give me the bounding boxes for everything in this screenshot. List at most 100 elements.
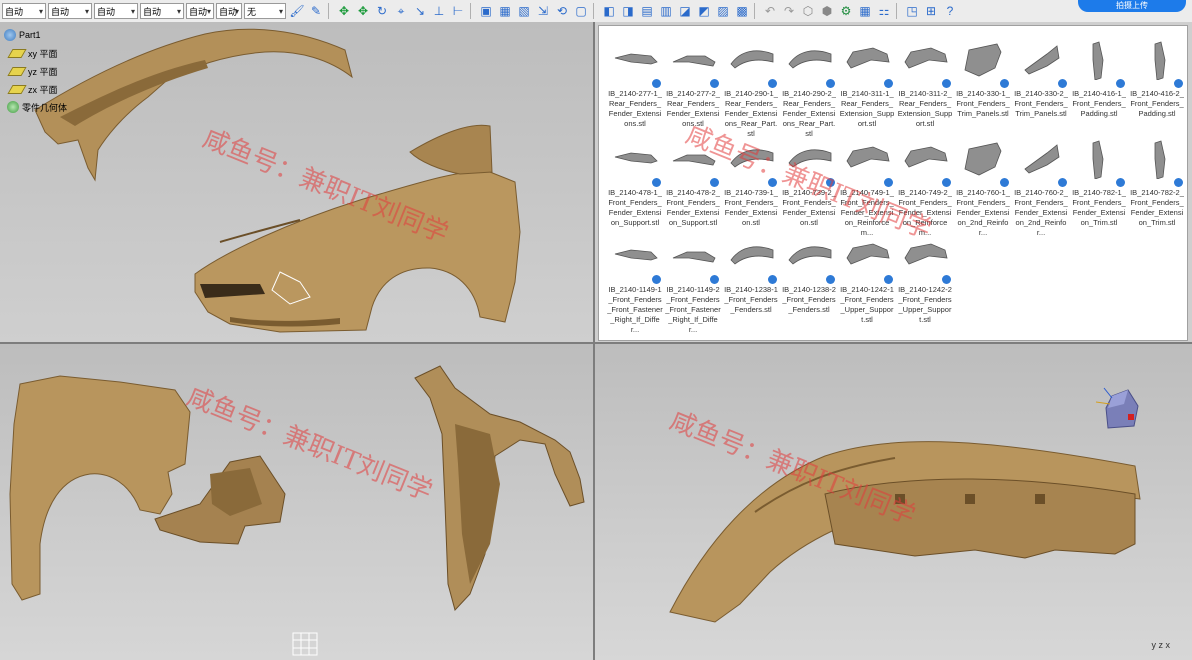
image-tool-icon[interactable]: ▣ xyxy=(478,3,494,19)
redo-icon[interactable]: ↷ xyxy=(781,3,797,19)
file-item[interactable]: IB_2140-277-1_Rear_Fenders_Fender_Extens… xyxy=(607,40,664,134)
box-view-icon[interactable]: ◳ xyxy=(904,3,920,19)
file-item[interactable]: IB_2140-1238-1_Front_Fenders_Fenders.stl xyxy=(723,236,780,330)
render-select-6[interactable]: 自动 xyxy=(216,3,242,20)
file-item[interactable]: IB_2140-290-1_Rear_Fenders_Fender_Extens… xyxy=(723,40,780,138)
file-thumbnail xyxy=(672,55,716,67)
render-select-3[interactable]: 自动 xyxy=(94,3,138,20)
file-item[interactable]: IB_2140-277-2_Rear_Fenders_Fender_Extens… xyxy=(665,40,722,134)
part-icon-c[interactable]: ▤ xyxy=(639,3,655,19)
toolbar-divider xyxy=(896,3,897,19)
settings-icon[interactable]: ⚙ xyxy=(838,3,854,19)
file-item[interactable]: IB_2140-416-2_Front_Fenders_Padding.stl xyxy=(1129,40,1186,134)
upload-button[interactable]: 拍摄上传 xyxy=(1078,0,1186,12)
part-icon-e[interactable]: ◪ xyxy=(677,3,693,19)
navigation-cube[interactable] xyxy=(1094,384,1144,432)
file-item[interactable]: IB_2140-311-2_Rear_Fenders_Extension_Sup… xyxy=(897,40,954,134)
file-thumbnail xyxy=(846,146,890,168)
dimension-icon[interactable]: ⊥ xyxy=(431,3,447,19)
pen-icon[interactable]: ✎ xyxy=(308,3,324,19)
cube-a-icon[interactable]: ⬡ xyxy=(800,3,816,19)
file-thumbnail xyxy=(846,243,890,265)
tree-item-zx[interactable]: zx 平面 xyxy=(4,80,67,98)
render-select-5[interactable]: 自动 xyxy=(186,3,214,20)
snap-icon[interactable]: ↘ xyxy=(412,3,428,19)
file-item[interactable]: IB_2140-1149-2_Front_Fenders_Front_Faste… xyxy=(665,236,722,334)
picture-icon[interactable]: ▧ xyxy=(516,3,532,19)
file-item[interactable]: IB_2140-330-2_Front_Fenders_Trim_Panels.… xyxy=(1013,40,1070,134)
file-item[interactable]: IB_2140-311-1_Rear_Fenders_Extension_Sup… xyxy=(839,40,896,134)
file-item[interactable]: IB_2140-1149-1_Front_Fenders_Front_Faste… xyxy=(607,236,664,334)
help-icon[interactable]: ? xyxy=(942,3,958,19)
render-select-4[interactable]: 自动 xyxy=(140,3,184,20)
measure-icon[interactable]: ⊢ xyxy=(450,3,466,19)
tree-item-xy[interactable]: xy 平面 xyxy=(4,44,67,62)
file-name: IB_2140-290-1_Rear_Fenders_Fender_Extens… xyxy=(724,89,778,138)
move-axis-icon[interactable]: ✥ xyxy=(355,3,371,19)
sync-badge-icon xyxy=(1058,178,1067,187)
sync-badge-icon xyxy=(768,178,777,187)
rotate-icon[interactable]: ↻ xyxy=(374,3,390,19)
render-select-7[interactable]: 无 xyxy=(244,3,286,20)
file-item[interactable]: IB_2140-782-1_Front_Fenders_Fender_Exten… xyxy=(1071,139,1128,233)
file-name: IB_2140-416-2_Front_Fenders_Padding.stl xyxy=(1130,89,1184,118)
file-item[interactable]: IB_2140-1242-1_Front_Fenders_Upper_Suppo… xyxy=(839,236,896,330)
probe-icon[interactable]: ⌖ xyxy=(393,3,409,19)
file-item[interactable]: IB_2140-330-1_Front_Fenders_Trim_Panels.… xyxy=(955,40,1012,134)
export-icon[interactable]: ⇲ xyxy=(535,3,551,19)
grid-tool-icon[interactable]: ▦ xyxy=(497,3,513,19)
file-item[interactable]: IB_2140-749-1_Front_Fenders_Fender_Exten… xyxy=(839,139,896,237)
tree-item-geometry[interactable]: 零件几何体 xyxy=(4,98,67,116)
undo-icon[interactable]: ↶ xyxy=(762,3,778,19)
file-item[interactable]: IB_2140-739-1_Front_Fenders_Fender_Exten… xyxy=(723,139,780,233)
tree-root[interactable]: Part1 xyxy=(4,26,67,44)
refresh-icon[interactable]: ⟲ xyxy=(554,3,570,19)
tree-item-label: zx 平面 xyxy=(28,84,58,95)
analysis-icon[interactable]: ▦ xyxy=(857,3,873,19)
part-icon-a[interactable]: ◧ xyxy=(601,3,617,19)
file-item[interactable]: IB_2140-749-2_Front_Fenders_Fender_Exten… xyxy=(897,139,954,237)
file-item[interactable]: IB_2140-739-2_Front_Fenders_Fender_Exten… xyxy=(781,139,838,233)
file-browser: IB_2140-277-1_Rear_Fenders_Fender_Extens… xyxy=(598,25,1188,341)
file-thumbnail xyxy=(904,47,948,69)
file-thumbnail xyxy=(787,50,831,69)
viewport-bottom-left[interactable]: 咸鱼号：兼职IT刘同学 xyxy=(0,344,595,660)
render-select-2[interactable]: 自动 xyxy=(48,3,92,20)
file-item[interactable]: IB_2140-760-1_Front_Fenders_Fender_Exten… xyxy=(955,139,1012,237)
sync-badge-icon xyxy=(1116,79,1125,88)
part-icon-d[interactable]: ▥ xyxy=(658,3,674,19)
split-icon[interactable]: ⚏ xyxy=(876,3,892,19)
file-thumbnail xyxy=(729,246,773,265)
file-item[interactable]: IB_2140-478-2_Front_Fenders_Fender_Exten… xyxy=(665,139,722,233)
window-tile-icon[interactable]: ⊞ xyxy=(923,3,939,19)
file-name: IB_2140-749-1_Front_Fenders_Fender_Exten… xyxy=(840,188,894,237)
render-select-1[interactable]: 自动 xyxy=(2,3,46,20)
paint-icon[interactable]: 🖌 xyxy=(289,3,305,19)
part-icon-b[interactable]: ◨ xyxy=(620,3,636,19)
sync-badge-icon xyxy=(652,79,661,88)
sync-badge-icon xyxy=(942,79,951,88)
sync-badge-icon xyxy=(1174,79,1183,88)
view-box-icon[interactable]: ▢ xyxy=(573,3,589,19)
file-item[interactable]: IB_2140-782-2_Front_Fenders_Fender_Exten… xyxy=(1129,139,1186,233)
part-icon-g[interactable]: ▨ xyxy=(715,3,731,19)
part-icon-f[interactable]: ◩ xyxy=(696,3,712,19)
assembly-model xyxy=(9,365,585,611)
tree-item-yz[interactable]: yz 平面 xyxy=(4,62,67,80)
file-item[interactable]: IB_2140-760-2_Front_Fenders_Fender_Exten… xyxy=(1013,139,1070,237)
file-thumbnail xyxy=(614,249,658,261)
move-icon[interactable]: ✥ xyxy=(336,3,352,19)
viewport-bottom-right[interactable]: 咸鱼号：兼职IT刘同学 y z x xyxy=(595,344,1192,660)
file-thumbnail xyxy=(729,149,773,168)
file-item[interactable]: IB_2140-1238-2_Front_Fenders_Fenders.stl xyxy=(781,236,838,330)
part-icon-h[interactable]: ▩ xyxy=(734,3,750,19)
file-item[interactable]: IB_2140-1242-2_Front_Fenders_Upper_Suppo… xyxy=(897,236,954,330)
axis-y-label: y xyxy=(1151,640,1156,650)
file-item[interactable]: IB_2140-478-1_Front_Fenders_Fender_Exten… xyxy=(607,139,664,233)
file-item[interactable]: IB_2140-416-1_Front_Fenders_Padding.stl xyxy=(1071,40,1128,134)
viewport-top-left[interactable]: Part1 xy 平面 yz 平面 zx 平面 零件几何体 咸鱼号：兼职IT刘同… xyxy=(0,22,595,344)
grid-icon[interactable] xyxy=(292,632,318,656)
file-thumbnail xyxy=(904,243,948,265)
file-item[interactable]: IB_2140-290-2_Rear_Fenders_Fender_Extens… xyxy=(781,40,838,138)
cube-b-icon[interactable]: ⬢ xyxy=(819,3,835,19)
